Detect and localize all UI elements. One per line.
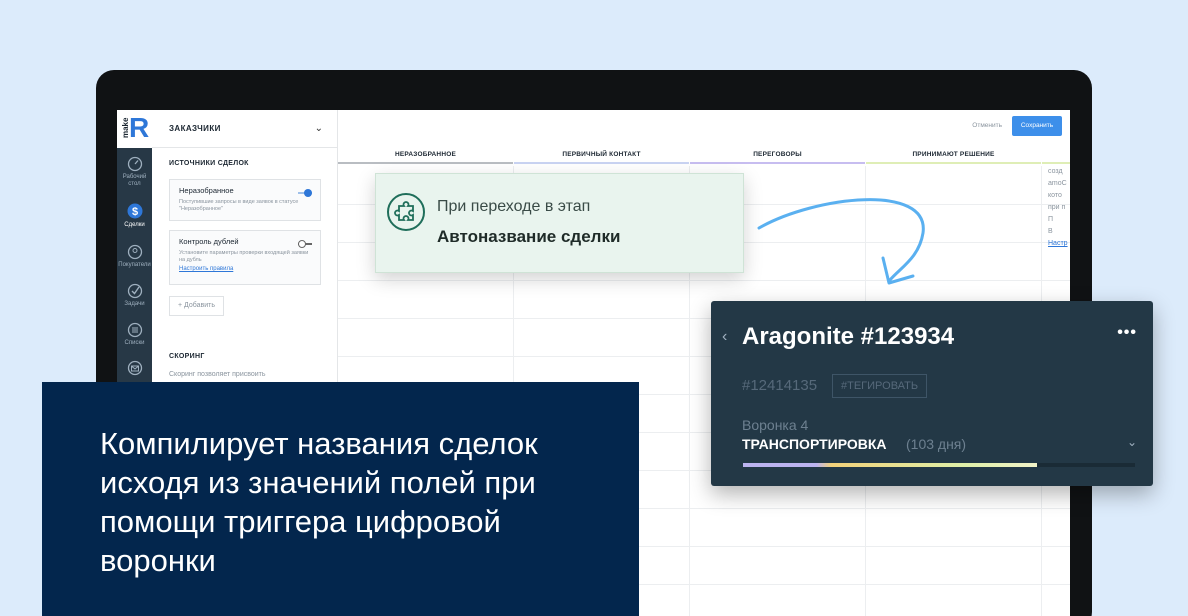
stage-label: ПЕРЕГОВОРЫ	[753, 151, 802, 158]
trigger-popup[interactable]: При переходе в этап Автоназвание сделки	[375, 173, 744, 273]
sidebar-item-mail[interactable]	[117, 360, 152, 378]
stage-label: ПРИНИМАЮТ РЕШЕНИЕ	[912, 151, 995, 158]
deal-id: #12414135	[742, 377, 818, 394]
deal-name[interactable]: Aragonite #123934	[742, 323, 954, 351]
card-title: Неразобранное	[179, 186, 234, 195]
sidebar-item-lists[interactable]: Списки	[117, 322, 152, 347]
stage-negotiation[interactable]: ПЕРЕГОВОРЫ	[690, 148, 865, 166]
stage-decision[interactable]: ПРИНИМАЮТ РЕШЕНИЕ	[866, 148, 1041, 166]
stage-bar	[1042, 162, 1070, 164]
chevron-down-icon[interactable]: ⌄	[1127, 435, 1137, 449]
deal-stage[interactable]: ТРАНСПОРТИРОВКА	[742, 436, 887, 452]
cancel-button[interactable]: Отменить	[972, 122, 1002, 129]
stage-next[interactable]	[1042, 148, 1070, 166]
unsorted-toggle[interactable]	[298, 189, 312, 197]
mail-icon	[127, 360, 142, 376]
tasks-icon	[127, 283, 142, 299]
logo-letter: R	[129, 112, 150, 143]
stage-first-contact[interactable]: ПЕРВИЧНЫЙ КОНТАКТ	[514, 148, 689, 166]
sidebar-item-label: Покупатели	[118, 262, 151, 268]
deal-card[interactable]: ‹ Aragonite #123934 ••• #12414135 #ТЕГИР…	[711, 301, 1153, 486]
fragment-radio-option[interactable]: В	[1048, 226, 1070, 238]
trigger-action: Автоназвание сделки	[437, 227, 621, 246]
card-title: Контроль дублей	[179, 237, 239, 246]
panel-header[interactable]: ЗАКАЗЧИКИ ⌄	[152, 110, 337, 148]
pipeline-stages: НЕРАЗОБРАННОЕ ПЕРВИЧНЫЙ КОНТАКТ ПЕРЕГОВО…	[338, 148, 1070, 166]
fragment-line: кото	[1048, 192, 1062, 199]
puzzle-icon	[387, 193, 425, 231]
sidebar-item-tasks[interactable]: Задачи	[117, 283, 152, 308]
stage-label: ПЕРВИЧНЫЙ КОНТАКТ	[562, 151, 641, 158]
app-logo[interactable]: make R	[117, 110, 152, 148]
stage-unsorted[interactable]: НЕРАЗОБРАННОЕ	[338, 148, 513, 166]
pipeline-title: ЗАКАЗЧИКИ	[169, 124, 221, 133]
svg-text:$: $	[131, 206, 137, 218]
deal-funnel: Воронка 4	[742, 417, 809, 433]
sources-title: ИСТОЧНИКИ СДЕЛОК	[169, 160, 249, 167]
save-button[interactable]: Сохранить	[1012, 116, 1062, 136]
stage-settings-fragment: созд amoC кото при п П В Настр	[1048, 166, 1070, 250]
fragment-line: amoC	[1048, 180, 1067, 187]
curved-arrow-icon	[757, 198, 925, 285]
fragment-line: созд	[1048, 168, 1063, 175]
customers-icon	[127, 244, 142, 260]
sidebar-item-dashboard[interactable]: Рабочий стол	[117, 156, 152, 188]
back-icon[interactable]: ‹	[722, 328, 727, 346]
caption-text: Компилирует названия сделок исходя из зн…	[100, 426, 538, 578]
caption-box: Компилирует названия сделок исходя из зн…	[42, 382, 639, 616]
deal-days: (103 дня)	[906, 436, 967, 452]
dashboard-icon	[127, 156, 142, 172]
stage-bar	[866, 162, 1041, 164]
sidebar-item-label: Рабочий стол	[122, 174, 147, 187]
sidebar-item-label: Сделки	[124, 222, 145, 228]
scoring-title: СКОРИНГ	[169, 353, 205, 360]
deals-icon: $	[127, 203, 142, 219]
fragment-radio-option[interactable]: П	[1048, 214, 1070, 226]
duplicates-toggle[interactable]	[298, 240, 312, 248]
fragment-link[interactable]: Настр	[1048, 238, 1070, 250]
stage-progress-fill	[743, 463, 1037, 467]
sidebar-item-label: Задачи	[124, 301, 145, 307]
sidebar-item-customers[interactable]: Покупатели	[117, 244, 152, 269]
add-source-button[interactable]: + Добавить	[169, 296, 224, 316]
source-card-duplicates[interactable]: Контроль дублей Установите параметры про…	[169, 230, 321, 285]
lists-icon	[127, 322, 142, 338]
stage-label: НЕРАЗОБРАННОЕ	[394, 151, 457, 158]
tag-button[interactable]: #ТЕГИРОВАТЬ	[832, 374, 928, 398]
stage-progress	[743, 463, 1135, 467]
card-desc: Поступившие запросы в виде заявок в стат…	[179, 199, 299, 212]
configure-rules-link[interactable]: Настроить правила	[179, 266, 311, 272]
more-icon[interactable]: •••	[1117, 324, 1137, 342]
chevron-down-icon[interactable]: ⌄	[315, 123, 323, 134]
card-desc: Установите параметры проверки входящей з…	[179, 250, 309, 263]
stage-bar	[514, 162, 689, 164]
stage-bar	[690, 162, 865, 164]
sidebar-item-deals[interactable]: $ Сделки	[117, 202, 152, 229]
fragment-line: при п	[1048, 204, 1066, 211]
stage-bar	[338, 162, 513, 164]
source-card-unsorted[interactable]: Неразобранное Поступившие запросы в виде…	[169, 179, 321, 221]
sidebar-item-label: Списки	[124, 340, 145, 346]
top-toolbar: Отменить Сохранить	[338, 110, 1070, 148]
trigger-condition: При переходе в этап	[437, 198, 591, 215]
scoring-desc: Скоринг позволяет присвоить	[169, 371, 266, 378]
